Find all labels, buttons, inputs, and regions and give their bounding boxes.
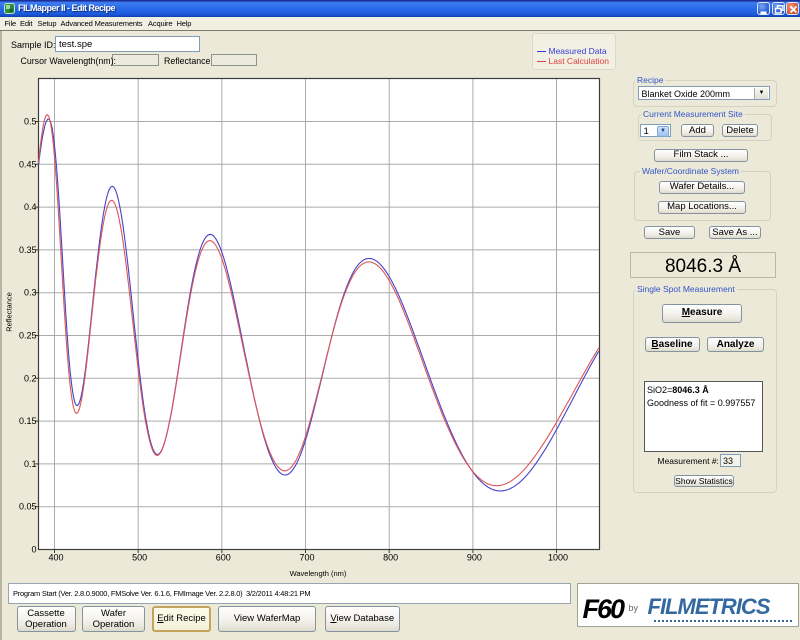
svg-text:700: 700 (299, 553, 314, 563)
svg-text:1000: 1000 (548, 553, 568, 563)
svg-text:0.2: 0.2 (24, 373, 37, 383)
svg-text:0.45: 0.45 (19, 159, 37, 169)
svg-text:900: 900 (467, 553, 482, 563)
svg-text:0.5: 0.5 (24, 117, 37, 127)
svg-text:0.1: 0.1 (24, 459, 37, 469)
svg-text:0.35: 0.35 (19, 245, 37, 255)
svg-text:0.15: 0.15 (19, 416, 37, 426)
svg-text:Reflectance: Reflectance (5, 292, 14, 332)
svg-text:Wavelength (nm): Wavelength (nm) (290, 569, 347, 578)
svg-text:0: 0 (31, 545, 36, 555)
svg-text:600: 600 (216, 553, 231, 563)
svg-text:0.25: 0.25 (19, 331, 37, 341)
svg-text:500: 500 (132, 553, 147, 563)
svg-text:800: 800 (383, 553, 398, 563)
svg-text:0.05: 0.05 (19, 502, 37, 512)
svg-text:400: 400 (48, 553, 63, 563)
svg-text:0.4: 0.4 (24, 202, 37, 212)
svg-text:0.3: 0.3 (24, 288, 37, 298)
